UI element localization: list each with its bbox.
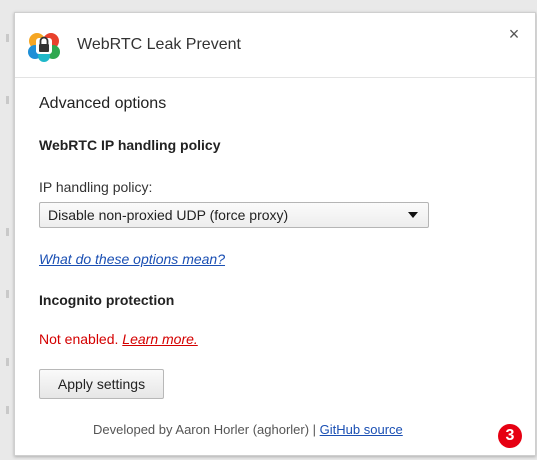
apply-settings-button[interactable]: Apply settings <box>39 369 164 399</box>
ip-policy-select[interactable]: Disable non-proxied UDP (force proxy) <box>39 202 429 228</box>
chevron-down-icon <box>408 212 418 218</box>
step-number-badge: 3 <box>498 424 522 448</box>
popup-header: WebRTC Leak Prevent × <box>15 13 535 78</box>
developed-by-text: Developed by Aaron Horler (aghorler) | <box>93 422 320 437</box>
footer-credits: Developed by Aaron Horler (aghorler) | G… <box>93 422 403 437</box>
incognito-status: Not enabled. Learn more. <box>39 331 198 347</box>
webrtc-lock-logo-icon <box>28 33 60 62</box>
section-title: Advanced options <box>39 95 167 112</box>
policy-heading: WebRTC IP handling policy <box>39 137 221 153</box>
options-help-link[interactable]: What do these options mean? <box>39 251 225 267</box>
github-source-link[interactable]: GitHub source <box>320 422 403 437</box>
app-title: WebRTC Leak Prevent <box>77 36 241 53</box>
ip-policy-selected-value: Disable non-proxied UDP (force proxy) <box>48 207 289 223</box>
policy-field-label: IP handling policy: <box>39 179 153 195</box>
incognito-heading: Incognito protection <box>39 292 175 308</box>
extension-popup: WebRTC Leak Prevent × Advanced options W… <box>14 12 536 456</box>
close-icon[interactable]: × <box>505 25 523 43</box>
incognito-status-text: Not enabled. <box>39 331 119 347</box>
learn-more-link[interactable]: Learn more. <box>122 331 197 347</box>
